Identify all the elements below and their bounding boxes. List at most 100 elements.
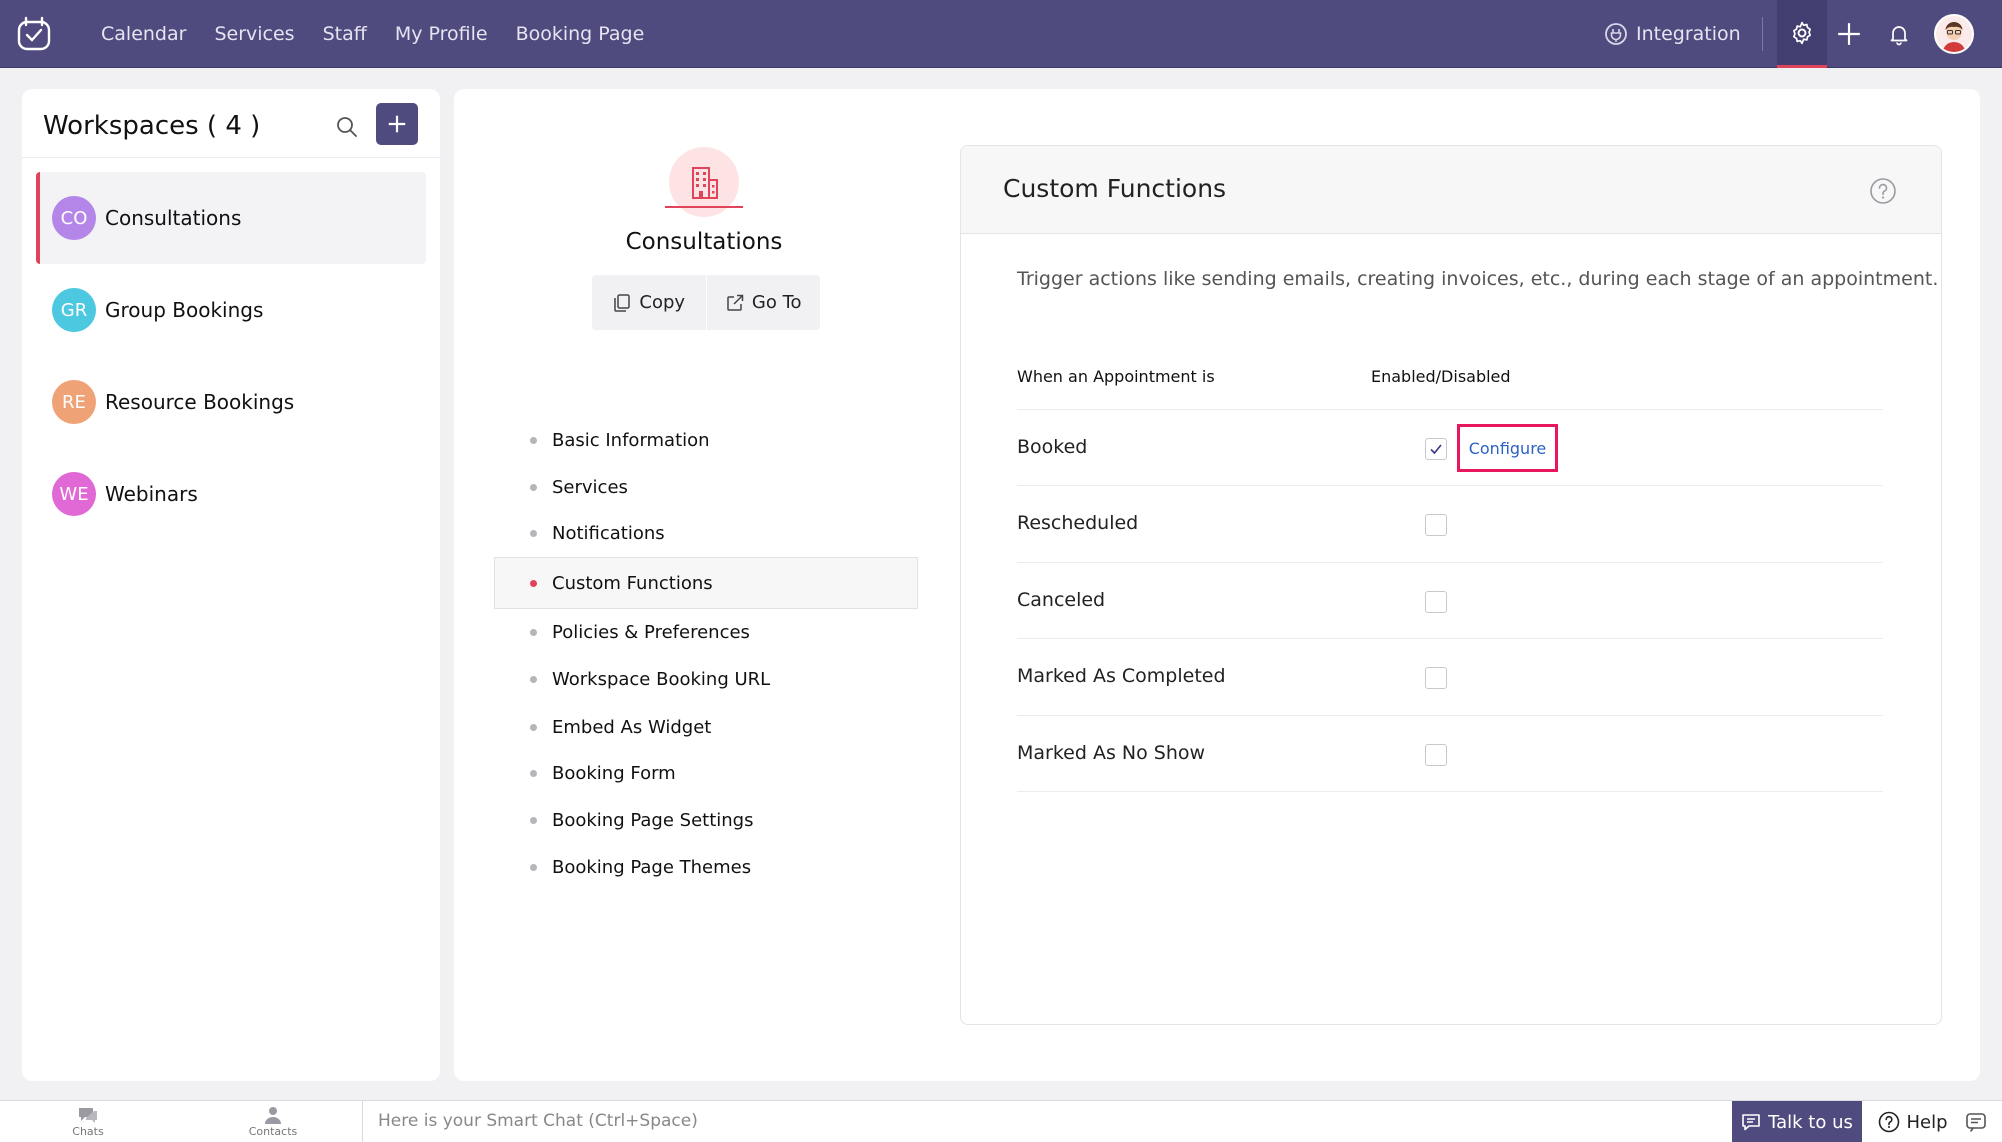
row-label: Marked As Completed [1017,665,1226,687]
enabled-checkbox[interactable] [1425,438,1447,460]
menu-bullet [530,769,537,777]
chats-button[interactable]: Chats [43,1105,133,1138]
message-icon [1742,1114,1760,1131]
menu-item-workspace-booking-url[interactable]: Workspace Booking URL [494,653,918,705]
menu-item-custom-functions[interactable]: Custom Functions [494,557,918,609]
menu-item-label: Services [552,476,628,498]
workspace-item-consultations[interactable]: CO Consultations [36,172,426,264]
configure-link[interactable]: Configure [1457,424,1558,472]
enabled-checkbox[interactable] [1425,591,1447,613]
add-button[interactable] [1832,17,1866,51]
workspace-label: Webinars [105,482,198,506]
column-header-event: When an Appointment is [1017,367,1215,386]
menu-item-embed-as-widget[interactable]: Embed As Widget [494,701,918,753]
workspace-avatar: RE [52,380,96,424]
workspace-action-buttons: Copy Go To [592,275,820,330]
menu-item-booking-page-themes[interactable]: Booking Page Themes [494,841,918,893]
workspace-item-webinars[interactable]: WE Webinars [36,448,426,540]
menu-item-booking-form[interactable]: Booking Form [494,747,918,799]
menu-bullet [530,675,537,683]
chat-bubble-icon [79,1108,97,1123]
workspace-avatar: CO [52,196,96,240]
menu-item-notifications[interactable]: Notifications [494,507,918,559]
function-row-booked: Booked Configure [1017,409,1883,485]
menu-bullet [530,529,537,537]
card-header: Custom Functions [961,146,1941,234]
menu-item-label: Custom Functions [552,572,713,594]
app-logo-icon[interactable] [16,16,52,52]
card-title: Custom Functions [1003,174,1227,203]
workspace-search-button[interactable] [331,111,363,143]
nav-my-profile[interactable]: My Profile [395,23,488,45]
workspaces-title: Workspaces ( 4 ) [43,111,261,141]
menu-bullet [530,863,537,871]
workspace-item-resource-bookings[interactable]: RE Resource Bookings [36,356,426,448]
workspace-name: Consultations [625,229,783,255]
help-button[interactable]: Help [1868,1101,1958,1142]
menu-item-services[interactable]: Services [494,461,918,513]
integration-label: Integration [1636,23,1741,45]
workspace-item-group-bookings[interactable]: GR Group Bookings [36,264,426,356]
gear-icon [1793,21,1811,44]
contacts-label: Contacts [248,1125,298,1138]
user-avatar[interactable] [1934,14,1974,54]
notifications-button[interactable] [1882,17,1916,51]
bottom-divider [362,1101,363,1142]
row-label: Marked As No Show [1017,742,1206,764]
copy-button[interactable]: Copy [592,275,706,330]
nav-staff[interactable]: Staff [323,23,367,45]
menu-item-booking-page-settings[interactable]: Booking Page Settings [494,794,918,846]
settings-button[interactable] [1777,0,1827,68]
user-avatar-icon [1936,16,1972,52]
nav-services[interactable]: Services [214,23,294,45]
contacts-button[interactable]: Contacts [228,1105,318,1138]
talk-to-us-button[interactable]: Talk to us [1732,1101,1862,1142]
function-row-rescheduled: Rescheduled [1017,485,1883,561]
menu-item-basic-information[interactable]: Basic Information [494,414,918,466]
row-label: Booked [1017,436,1088,458]
integration-icon [1605,23,1627,45]
bell-icon [1890,26,1908,46]
table-bottom-border [1017,791,1883,792]
workspace-label: Consultations [105,206,242,230]
copy-label: Copy [639,292,686,313]
add-workspace-button[interactable] [376,103,418,145]
nav-calendar[interactable]: Calendar [101,23,186,45]
menu-bullet [530,816,537,824]
enabled-checkbox[interactable] [1425,667,1447,689]
nav-divider [1762,17,1763,51]
menu-item-label: Workspace Booking URL [552,668,771,690]
menu-item-label: Booking Form [552,762,676,784]
menu-item-label: Policies & Preferences [552,621,750,643]
search-icon [337,117,357,137]
menu-item-policies-preferences[interactable]: Policies & Preferences [494,606,918,658]
menu-item-label: Booking Page Themes [552,856,752,878]
enabled-checkbox[interactable] [1425,744,1447,766]
nav-booking-page[interactable]: Booking Page [516,23,645,45]
integration-link[interactable]: Integration [1604,0,1741,68]
row-label: Rescheduled [1017,512,1139,534]
enabled-checkbox[interactable] [1425,514,1447,536]
workspace-label: Resource Bookings [105,390,295,414]
workspace-icon-underline [665,206,743,208]
goto-button[interactable]: Go To [707,275,821,330]
help-icon[interactable] [1869,177,1897,205]
checkmark-icon [1430,444,1442,455]
top-navigation-bar: Calendar Services Staff My Profile Booki… [0,0,2002,68]
menu-bullet [530,436,537,444]
function-row-marked-as-no-show: Marked As No Show [1017,715,1883,791]
menu-bullet-active [530,579,537,587]
plus-icon [1838,23,1860,45]
copy-icon [614,293,631,312]
goto-label: Go To [751,292,802,313]
menu-item-label: Embed As Widget [552,716,712,738]
menu-bullet [530,628,537,636]
help-circle-icon [1879,1111,1900,1133]
smart-chat-input[interactable]: Here is your Smart Chat (Ctrl+Space) [378,1111,698,1131]
external-link-icon [727,294,744,311]
workspace-settings-panel: Consultations Copy Go To Basic Informati… [454,89,1980,1081]
function-row-marked-as-completed: Marked As Completed [1017,638,1883,714]
chat-window-icon[interactable] [1964,1110,1988,1134]
menu-item-label: Booking Page Settings [552,809,754,831]
card-description: Trigger actions like sending emails, cre… [1017,268,1939,290]
